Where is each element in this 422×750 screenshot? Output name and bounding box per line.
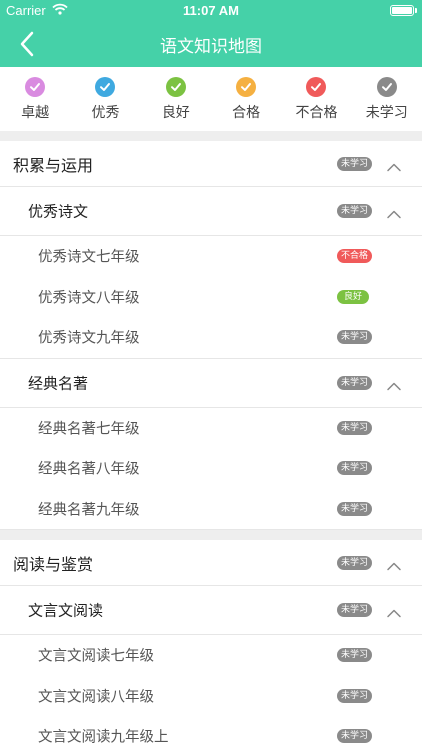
collapse-toggle[interactable] <box>385 377 403 390</box>
section-gap <box>0 530 422 540</box>
legend-item: 未学习 <box>352 67 422 131</box>
status-legend: 卓越 优秀 良好 合格 不合格 未学习 <box>0 67 422 131</box>
status-badge: 未学习 <box>337 688 373 703</box>
legend-label: 卓越 <box>21 105 50 121</box>
list-item-label: 优秀诗文九年级 <box>38 330 140 347</box>
status-badge: 未学习 <box>337 156 373 171</box>
group-header[interactable]: 经典名著 未学习 <box>0 358 422 408</box>
list-item[interactable]: 经典名著七年级 未学习 <box>0 407 422 448</box>
list-item-label: 优秀诗文八年级 <box>38 290 140 307</box>
list-item[interactable]: 优秀诗文九年级 未学习 <box>0 317 422 358</box>
section-header-label: 阅读与鉴赏 <box>13 554 94 574</box>
legend-item: 优秀 <box>70 67 140 131</box>
status-badge: 未学习 <box>337 648 373 663</box>
status-badge: 未学习 <box>337 461 373 476</box>
list-item-label: 文言文阅读九年级上 <box>38 729 169 746</box>
chevron-up-icon <box>387 382 401 390</box>
section-gap <box>0 131 422 141</box>
clock: 11:07 AM <box>183 3 239 18</box>
chevron-up-icon <box>387 609 401 618</box>
list-item-label: 经典名著八年级 <box>38 461 140 478</box>
legend-item: 合格 <box>211 67 281 131</box>
legend-label: 优秀 <box>91 105 120 121</box>
check-circle-icon <box>95 77 116 97</box>
group-header[interactable]: 文言文阅读 未学习 <box>0 586 422 635</box>
check-circle-icon <box>376 77 397 97</box>
status-badge: 未学习 <box>337 501 373 516</box>
chevron-up-icon <box>387 562 401 570</box>
status-badge: 未学习 <box>337 729 373 744</box>
status-badge: 未学习 <box>337 375 373 390</box>
chevron-up-icon <box>387 163 401 171</box>
section-header[interactable]: 阅读与鉴赏 未学习 <box>0 540 422 586</box>
chevron-up-icon <box>387 210 401 219</box>
battery-tip <box>415 8 417 13</box>
collapse-toggle[interactable] <box>385 205 403 219</box>
check-circle-icon <box>25 77 46 97</box>
collapse-toggle[interactable] <box>385 158 403 171</box>
header-bar: Carrier 11:07 AM 语文知识地图 <box>0 0 422 67</box>
page-title: 语文知识地图 <box>160 37 262 57</box>
group-header-label: 优秀诗文 <box>28 202 89 221</box>
list-item[interactable]: 经典名著九年级 未学习 <box>0 488 422 529</box>
section-header[interactable]: 积累与运用 未学习 <box>0 141 422 187</box>
status-badge: 未学习 <box>337 603 373 617</box>
legend-label: 良好 <box>161 105 190 121</box>
status-bar: Carrier 11:07 AM <box>0 0 422 22</box>
group-header-label: 文言文阅读 <box>28 601 104 620</box>
status-badge: 未学习 <box>337 420 373 435</box>
legend-label: 不合格 <box>295 105 338 121</box>
list-item[interactable]: 文言文阅读八年级 未学习 <box>0 675 422 716</box>
status-badge: 良好 <box>337 289 369 304</box>
list-item-label: 文言文阅读八年级 <box>38 689 154 706</box>
group-header-label: 经典名著 <box>28 374 89 392</box>
status-badge: 未学习 <box>337 330 373 345</box>
battery-icon <box>390 5 414 16</box>
section-header-label: 积累与运用 <box>13 155 94 175</box>
list-item-label: 文言文阅读七年级 <box>38 648 154 665</box>
legend-item: 卓越 <box>0 67 70 131</box>
list-item-label: 优秀诗文七年级 <box>38 249 140 266</box>
collapse-toggle[interactable] <box>385 604 403 618</box>
status-badge: 未学习 <box>337 555 373 570</box>
status-badge: 不合格 <box>337 249 373 264</box>
list-item-label: 经典名著九年级 <box>38 502 140 519</box>
legend-label: 合格 <box>232 105 261 121</box>
status-badge: 未学习 <box>337 204 373 218</box>
legend-item: 良好 <box>141 67 211 131</box>
nav-bar: 语文知识地图 <box>0 22 422 67</box>
legend-item: 不合格 <box>281 67 351 131</box>
group-header[interactable]: 优秀诗文 未学习 <box>0 187 422 236</box>
check-circle-icon <box>306 77 327 97</box>
list-item[interactable]: 经典名著八年级 未学习 <box>0 448 422 489</box>
list-item-label: 经典名著七年级 <box>38 421 140 438</box>
list-item[interactable]: 文言文阅读九年级上 未学习 <box>0 716 422 750</box>
list-item[interactable]: 文言文阅读七年级 未学习 <box>0 635 422 676</box>
legend-label: 未学习 <box>365 105 408 121</box>
list-item[interactable]: 优秀诗文八年级 良好 <box>0 276 422 317</box>
check-circle-icon <box>165 77 186 97</box>
collapse-toggle[interactable] <box>385 557 403 570</box>
check-circle-icon <box>236 77 257 97</box>
list-item[interactable]: 优秀诗文七年级 不合格 <box>0 236 422 277</box>
